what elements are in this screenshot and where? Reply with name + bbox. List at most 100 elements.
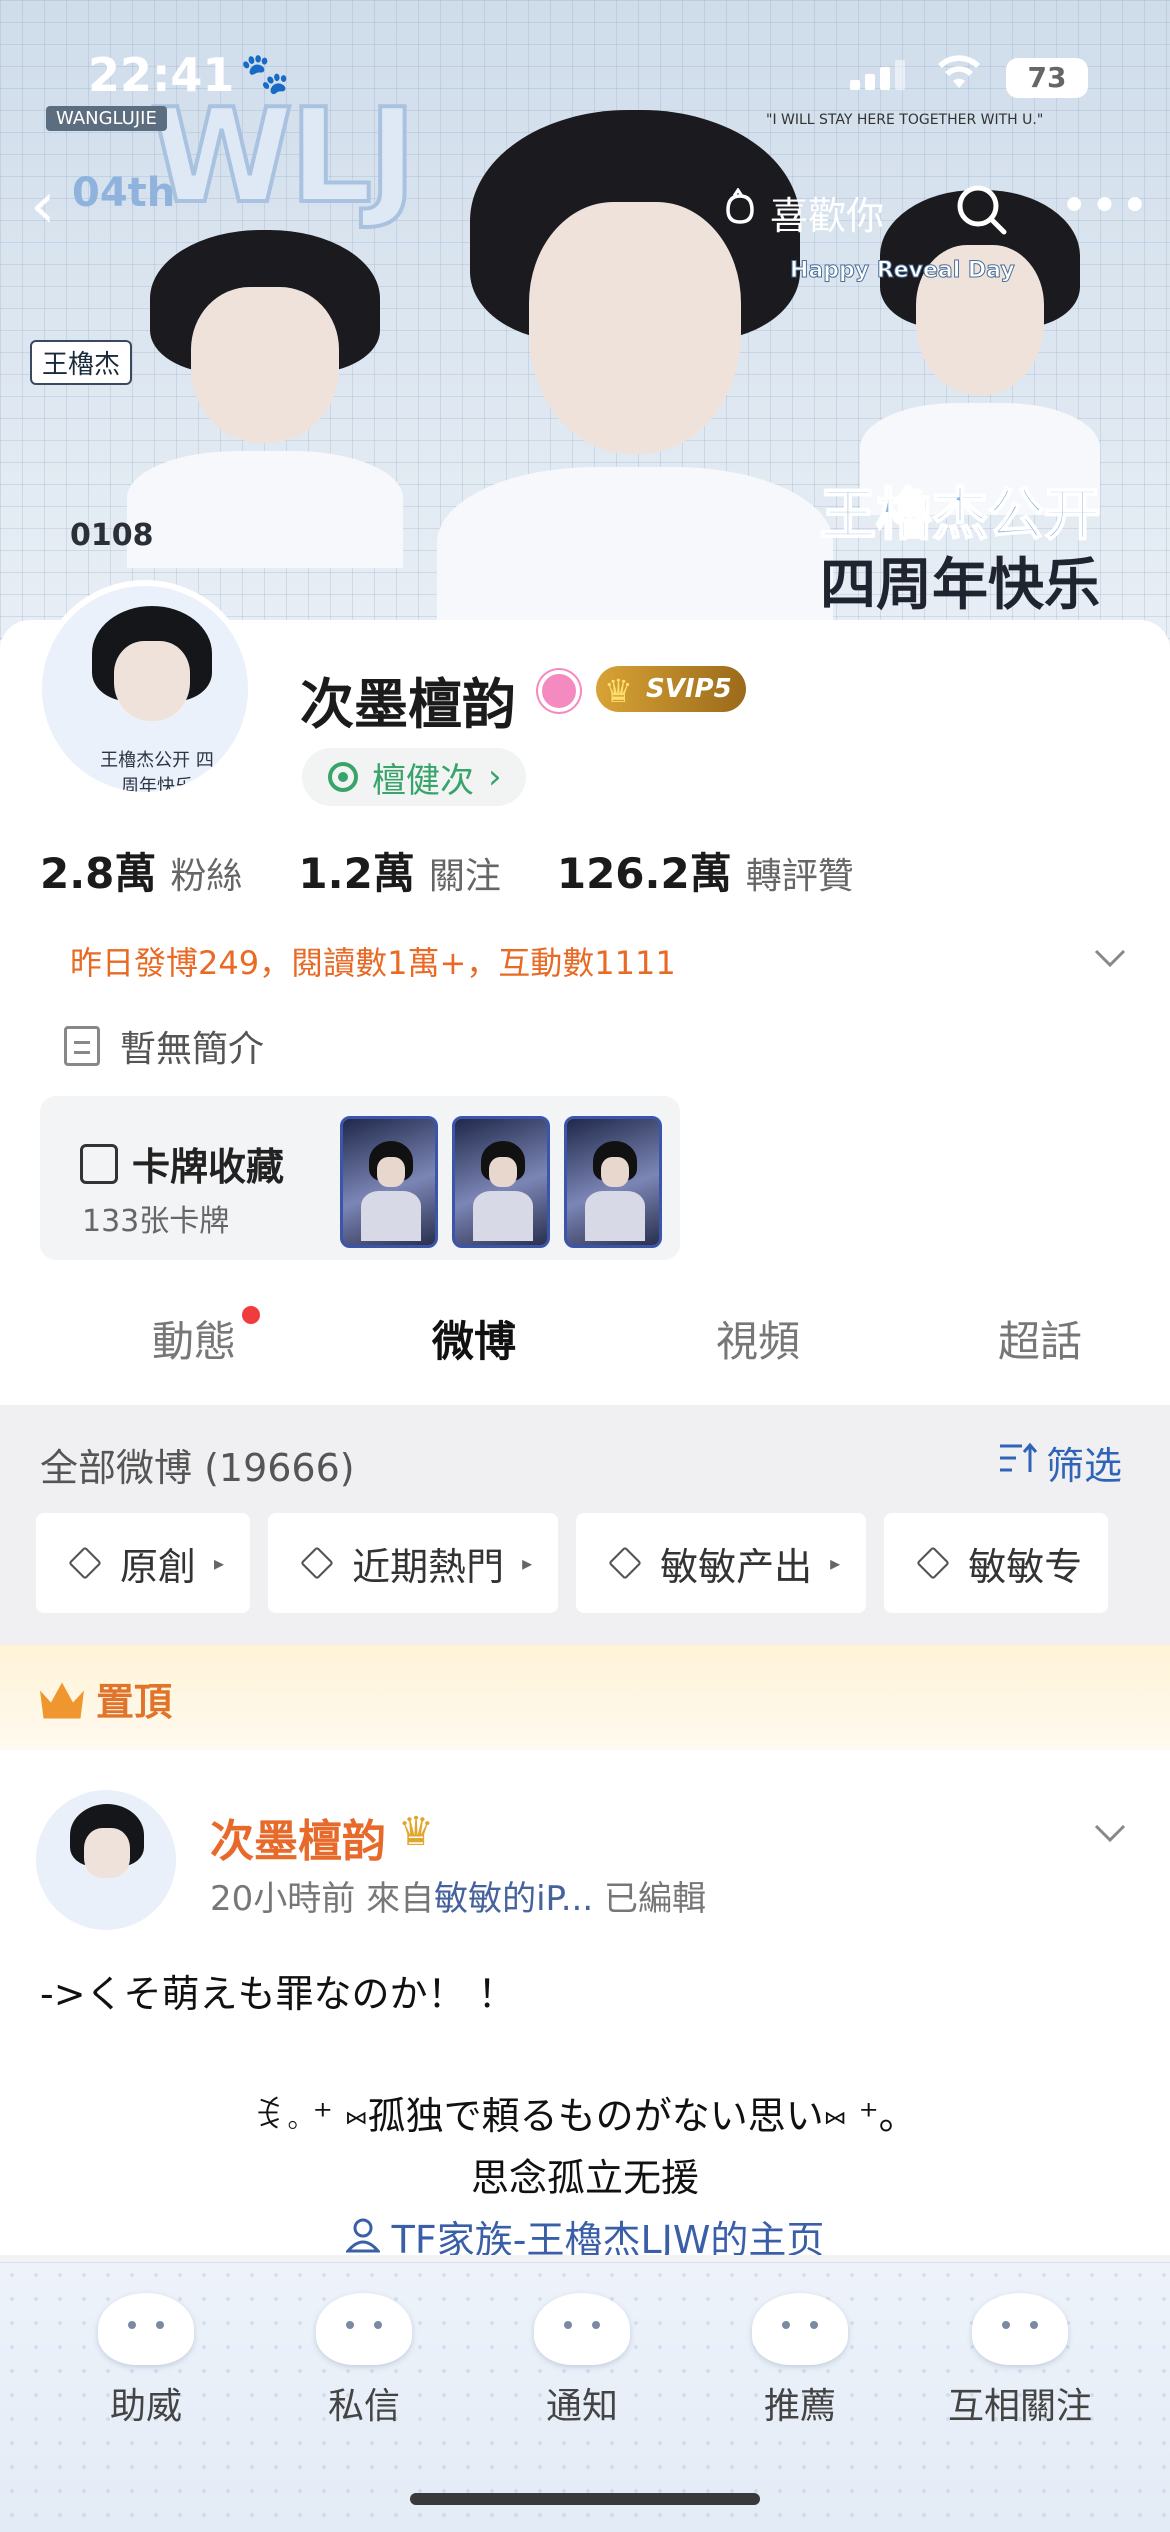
chip-label: 近期熱門 [352,1544,505,1589]
bio-row[interactable]: 暫無簡介 [64,1020,264,1072]
post-author-name[interactable]: 次墨檀韵 [210,1805,386,1869]
banner-title-line1: 王櫓杰公开 [819,482,1101,549]
post-menu-chevron-icon[interactable] [1090,1813,1130,1853]
filter-button-label: 筛选 [1046,1444,1123,1488]
stat-following[interactable]: 1.2萬 關注 [298,840,500,901]
caret-right-icon: ▸ [522,1551,533,1575]
bottom-nav-notifications[interactable]: 通知 [492,2293,672,2429]
banner-name-tag: 王櫓杰 [30,340,133,385]
bottom-nav-label: 互相關注 [947,2386,1092,2427]
post-from-label: 來自 [366,1879,435,1919]
chip-recent-hot[interactable]: 近期熱門 ▸ [268,1513,559,1613]
pinned-label-text: 置頂 [96,1680,173,1724]
like-button[interactable]: 喜歡你 [700,180,904,244]
notification-dot [242,1306,260,1324]
caret-right-icon: ▸ [214,1551,225,1575]
lollipop-badge-icon[interactable] [538,670,580,712]
stat-followers[interactable]: 2.8萬 粉絲 [40,840,242,901]
hand-heart-icon [720,186,760,237]
stat-value: 126.2萬 [556,849,732,898]
card-thumbnail[interactable] [340,1116,438,1248]
stat-value: 2.8萬 [40,849,157,898]
post-filter-section: 全部微博 (19666) 筛选 原創 ▸ 近期熱門 ▸ 敏敏产出 ▸ 敏敏专 [0,1405,1170,1645]
card-collection[interactable]: 卡牌收藏 133张卡牌 [40,1096,680,1260]
top-nav: ‹ 喜歡你 ••• [0,160,1170,250]
chip-label: 敏敏专 [968,1544,1083,1589]
tab-weibo[interactable]: 微博 [432,1308,516,1369]
post-time: 20小時前 [210,1879,356,1919]
status-bar: 22:41 🐾 73 [0,0,1170,150]
battery-indicator: 73 [1006,58,1088,98]
post-source[interactable]: 敏敏的iP... [434,1879,593,1919]
tab-video[interactable]: 視頻 [716,1308,800,1369]
mutual-follow-icon [972,2293,1068,2365]
chip-minmin-special[interactable]: 敏敏专 [884,1513,1109,1613]
signal-icon [850,60,906,90]
bottom-nav-recommend[interactable]: 推薦 [710,2293,890,2429]
post-link-text: TF家族-王櫓杰LJW的主页 [391,2218,825,2255]
profile-tabs: 動態 微博 視頻 超話 [0,1280,1170,1390]
cheer-icon [98,2293,194,2365]
stat-label: 關注 [428,856,501,897]
post-edited: 已編輯 [603,1879,706,1919]
profile-card: 王櫓杰公开 四周年快乐 次墨檀韵 ♛ SVIP5 檀健次 › 2.8萬 粉絲 1… [0,580,1170,1405]
layers-icon [68,1546,102,1580]
tab-super-topic[interactable]: 超話 [998,1308,1082,1369]
stat-interactions[interactable]: 126.2萬 轉評贊 [557,840,854,901]
super-topic-tag[interactable]: 檀健次 › [302,748,526,806]
bottom-nav-label: 通知 [545,2386,618,2427]
card-collection-title: 卡牌收藏 [132,1145,285,1189]
message-icon [316,2293,412,2365]
bottom-nav-label: 助威 [109,2386,182,2427]
svip-badge[interactable]: ♛ SVIP5 [596,666,746,712]
more-icon[interactable]: ••• [1060,178,1151,234]
chip-minmin-output[interactable]: 敏敏产出 ▸ [576,1513,867,1613]
person-icon [344,2218,392,2255]
avatar-caption: 王櫓杰公开 四周年快乐 [100,750,214,797]
vip-crown-icon: ♛ [398,1809,434,1855]
filter-chips: 原創 ▸ 近期熱門 ▸ 敏敏产出 ▸ 敏敏专 [36,1513,1109,1613]
super-topic-tag-label: 檀健次 [372,760,474,801]
filter-icon [998,1441,1038,1485]
pinned-header: 置頂 [0,1645,1170,1750]
banner-reveal-text: Happy Reveal Day [790,258,1016,284]
bottom-nav-label: 私信 [327,2386,400,2427]
caret-right-icon: ▸ [830,1551,841,1575]
profile-stats: 2.8萬 粉絲 1.2萬 關注 126.2萬 轉評贊 [40,840,910,901]
banner-title-line2: 四周年快乐 [820,553,1100,618]
activity-summary[interactable]: 昨日發博249，閱讀數1萬+，互動數1111 [70,938,676,984]
chip-original[interactable]: 原創 ▸ [36,1513,251,1613]
layers-icon [916,1546,951,1580]
paw-icon: 🐾 [240,51,290,97]
stat-label: 轉評贊 [745,856,854,897]
pinned-post[interactable]: 置頂 次墨檀韵 ♛ 20小時前 來自敏敏的iP... 已編輯 ->くそ萌えも罪な… [0,1645,1170,2255]
bottom-nav-label: 推薦 [763,2386,836,2427]
card-collection-title-row: 卡牌收藏 [80,1136,284,1191]
card-thumbnail[interactable] [452,1116,550,1248]
post-author-avatar[interactable] [36,1790,176,1930]
banner-portrait-left [127,230,403,568]
profile-name: 次墨檀韵 [300,673,516,736]
pinned-label: 置頂 [40,1671,172,1726]
chevron-down-icon[interactable] [1090,938,1130,978]
like-button-label: 喜歡你 [770,193,885,238]
bottom-nav-cheer[interactable]: 助威 [56,2293,236,2429]
layers-icon [608,1546,642,1580]
home-indicator[interactable] [410,2493,760,2505]
post-profile-link[interactable]: TF家族-王櫓杰LJW的主页 [0,2209,1170,2255]
banner-date-tag: 0108 [70,518,154,553]
bio-text: 暫無簡介 [120,1029,265,1070]
stat-label: 粉絲 [170,856,243,897]
chip-label: 原創 [120,1544,197,1589]
post-text-line: ꉂ。⁺ ⑅孤独で頼るものがない思い⑅ ⁺。 [253,2094,917,2138]
bottom-nav-mutual-follow[interactable]: 互相關注 [930,2293,1110,2429]
card-thumbnail[interactable] [564,1116,662,1248]
bottom-nav-messages[interactable]: 私信 [274,2293,454,2429]
back-button[interactable]: ‹ [30,174,56,238]
avatar[interactable]: 王櫓杰公开 四周年快乐 [36,580,254,798]
chevron-right-icon: › [488,757,502,797]
crown-icon [40,1682,84,1719]
filter-button[interactable]: 筛选 [998,1435,1122,1490]
tab-feed[interactable]: 動態 [152,1308,236,1369]
search-icon[interactable] [950,178,1014,242]
